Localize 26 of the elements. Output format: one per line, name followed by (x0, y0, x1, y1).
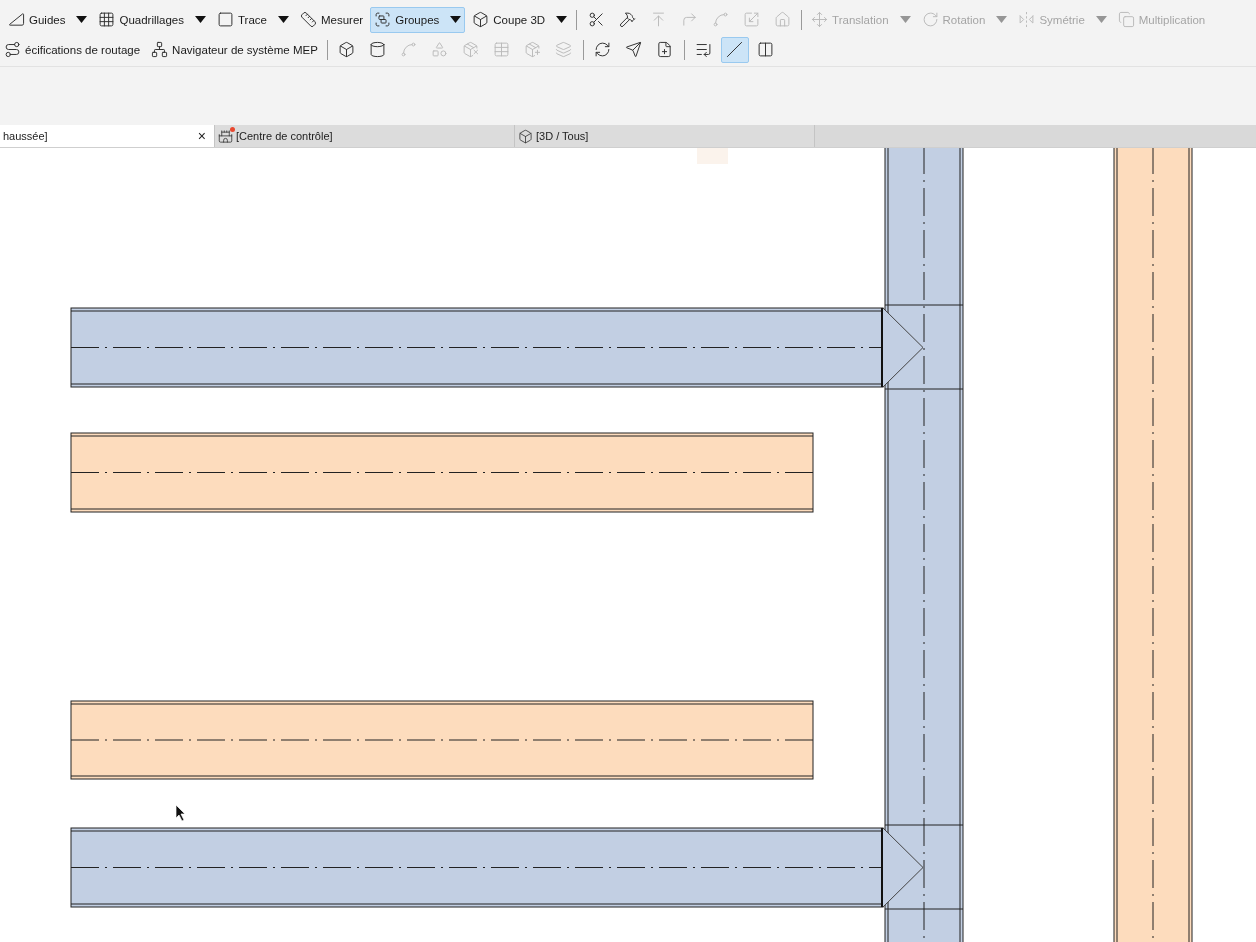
toolbar-button[interactable]: écifications de routage (0, 36, 145, 63)
toolbar-button[interactable]: Quadrillages (94, 6, 210, 33)
tower-icon (218, 128, 233, 144)
tab-label: haussée] (3, 130, 49, 142)
caret-icon (1095, 16, 1107, 23)
caret-icon (278, 16, 289, 23)
toolbar-button[interactable]: Guides (4, 6, 92, 33)
toolbar-button[interactable]: Navigateur de système MEP (147, 36, 322, 63)
toolbar-button[interactable]: Coupe 3D (468, 6, 572, 33)
view-tab[interactable]: [Centre de contrôle] (215, 125, 515, 147)
dimension-marker (697, 148, 728, 164)
close-button[interactable]: × (195, 128, 208, 144)
cursor-icon (175, 804, 186, 822)
caret-icon (996, 16, 1008, 23)
caret-icon (76, 16, 88, 23)
toolbar-button[interactable]: Trace (213, 6, 293, 33)
tab-label: [Centre de contrôle] (236, 130, 334, 142)
caret-icon (450, 16, 462, 23)
toolbar-button[interactable]: Groupes (370, 6, 466, 33)
cube-icon (518, 128, 533, 144)
caret-icon (195, 16, 206, 23)
toolbar-button[interactable]: Mesurer (296, 6, 368, 33)
view-tab[interactable]: haussée] × (0, 125, 215, 147)
caret-icon (556, 16, 568, 23)
caret-icon (899, 16, 911, 23)
tab-label: [3D / Tous] (536, 130, 590, 142)
